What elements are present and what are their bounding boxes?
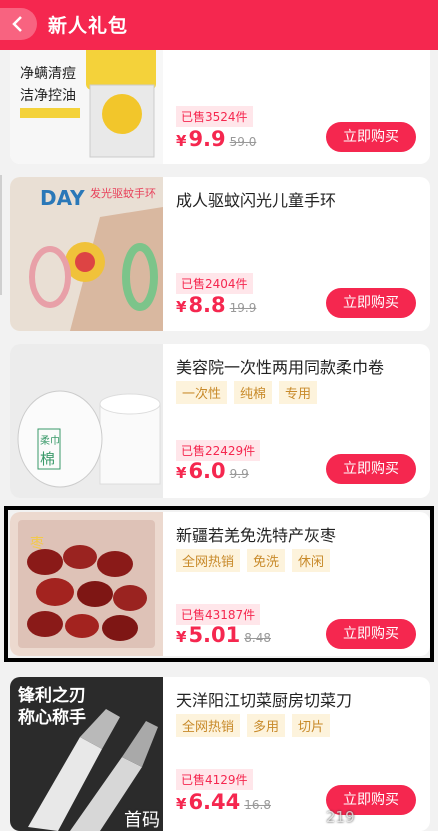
price-row: ¥ 9.9 59.0 (176, 127, 256, 151)
buy-now-button[interactable]: 立即购买 (326, 122, 416, 152)
watermark-tail: 219 (326, 808, 355, 826)
product-tag: 多用 (247, 714, 286, 737)
chevron-left-icon (12, 16, 22, 32)
original-price: 19.9 (229, 301, 257, 315)
product-title: 美容院一次性两用同款柔巾卷 (176, 358, 385, 377)
back-button[interactable] (0, 8, 37, 40)
product-tag: 全网热销 (176, 714, 241, 737)
price-row: ¥ 6.0 9.9 (176, 459, 249, 483)
product-image-jujube: 枣 (10, 512, 163, 656)
product-tag: 专用 (279, 381, 318, 404)
product-tag: 纯棉 (234, 381, 273, 404)
currency-symbol: ¥ (176, 795, 187, 813)
sold-count: 已售43187件 (176, 604, 261, 625)
price: 5.01 (188, 623, 241, 647)
product-title: 天洋阳江切菜厨房切菜刀 (176, 691, 353, 710)
product-card-knife[interactable]: 锋利之刃 称心称手 天洋阳江切菜厨房切菜刀 全网热销 多用 切片 已售4129件… (10, 677, 430, 831)
product-tag: 休闲 (292, 549, 331, 572)
product-card-bracelet[interactable]: DAY 发光驱蚊手环 成人驱蚊闪光儿童手环 已售2404件 ¥ 8.8 19.9… (10, 177, 430, 331)
price: 6.0 (188, 459, 226, 483)
product-tag: 免洗 (247, 549, 286, 572)
price: 6.44 (188, 790, 241, 814)
price-row: ¥ 5.01 8.48 (176, 623, 271, 647)
thumb-text: DAY (40, 186, 85, 210)
sold-count: 已售3524件 (176, 106, 253, 127)
thumb-text: 发光驱蚊手环 (90, 186, 156, 200)
currency-symbol: ¥ (176, 628, 187, 646)
thumb-text: 净螨清痘 (20, 66, 76, 82)
price: 9.9 (188, 127, 226, 151)
buy-now-button[interactable]: 立即购买 (326, 288, 416, 318)
currency-symbol: ¥ (176, 298, 187, 316)
product-image-bracelet: DAY 发光驱蚊手环 (10, 177, 163, 331)
watermark: 首码 (124, 810, 160, 831)
tag-list: 全网热销 多用 切片 (176, 714, 337, 737)
product-tag: 切片 (292, 714, 331, 737)
currency-symbol: ¥ (176, 464, 187, 482)
product-title: 新疆若羌免洗特产灰枣 (176, 526, 337, 545)
product-tag: 一次性 (176, 381, 228, 404)
original-price: 8.48 (244, 631, 271, 645)
sold-count: 已售4129件 (176, 769, 253, 790)
original-price: 59.0 (229, 135, 257, 149)
buy-now-button[interactable]: 立即购买 (326, 454, 416, 484)
tag-list: 全网热销 免洗 休闲 (176, 549, 337, 572)
price: 8.8 (188, 293, 226, 317)
thumb-text: 洁净控油 (20, 88, 76, 104)
sold-count: 已售2404件 (176, 273, 253, 294)
thumb-text: 称心称手 (18, 707, 86, 728)
original-price: 9.9 (229, 467, 249, 481)
product-tag: 全网热销 (176, 549, 241, 572)
currency-symbol: ¥ (176, 132, 187, 150)
buy-now-button[interactable]: 立即购买 (326, 619, 416, 649)
product-title: 成人驱蚊闪光儿童手环 (176, 191, 337, 210)
price-row: ¥ 8.8 19.9 (176, 293, 256, 317)
scrollbar[interactable] (0, 175, 2, 295)
sold-count: 已售22429件 (176, 440, 261, 461)
product-image-towel-roll: 柔巾 棉 (10, 344, 163, 498)
price-row: ¥ 6.44 16.8 (176, 790, 271, 814)
product-card-towel-roll[interactable]: 柔巾 棉 美容院一次性两用同款柔巾卷 一次性 纯棉 专用 已售22429件 ¥ … (10, 344, 430, 498)
thumb-text: 锋利之刃 (18, 685, 86, 706)
tag-list: 一次性 纯棉 专用 (176, 381, 324, 404)
thumb-text: 柔巾 (40, 434, 60, 447)
thumb-text: 枣 (30, 536, 44, 552)
original-price: 16.8 (244, 798, 271, 812)
thumb-text: 棉 (40, 450, 55, 468)
product-card-jujube[interactable]: 枣 新疆若羌免洗特产灰枣 全网热销 免洗 休闲 已售43187件 ¥ 5.01 … (10, 512, 430, 656)
page-title: 新人礼包 (48, 15, 129, 37)
app-header: 新人礼包 (0, 0, 438, 50)
